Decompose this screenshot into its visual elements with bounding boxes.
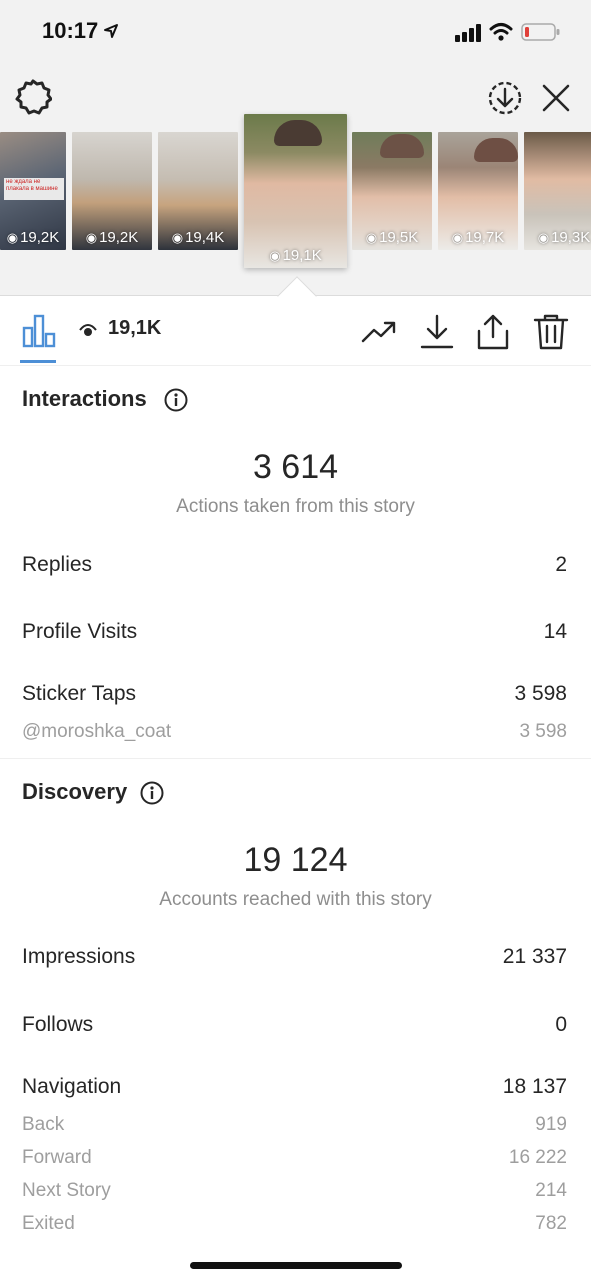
- eye-icon: ◉: [537, 230, 550, 245]
- sticker-taps-label: Sticker Taps: [22, 682, 136, 705]
- eye-icon: ◉: [365, 230, 378, 245]
- thumbnail-views: ◉ 19,5K: [365, 229, 419, 246]
- profile-visits-label: Profile Visits: [22, 620, 138, 643]
- trash-icon[interactable]: [532, 313, 570, 351]
- nav-next-story-label: Next Story: [22, 1180, 111, 1201]
- home-indicator[interactable]: [190, 1262, 402, 1269]
- thumbnail-views: ◉ 19,4K: [171, 229, 225, 246]
- follows-label: Follows: [22, 1013, 94, 1036]
- beanie-shape: [474, 138, 518, 162]
- info-icon[interactable]: [164, 388, 188, 412]
- navigation-value: 18 137: [502, 1075, 567, 1098]
- divider: [0, 758, 591, 759]
- story-thumbnail[interactable]: ◉ 19,5K: [352, 132, 432, 250]
- thumbnail-views: ◉ 19,1K: [269, 247, 322, 264]
- nav-back-value: 919: [535, 1114, 567, 1135]
- nav-forward-value: 16 222: [508, 1147, 567, 1168]
- share-icon[interactable]: [474, 313, 512, 351]
- eye-icon: ◉: [6, 230, 19, 245]
- divider: [0, 365, 591, 366]
- views-count: 19,1K: [108, 317, 162, 339]
- story-thumbnail[interactable]: не ждала не плакала в машине ◉ 19,2K: [0, 132, 66, 250]
- story-thumbnail[interactable]: ◉ 19,3K: [524, 132, 591, 250]
- trend-icon[interactable]: [360, 313, 398, 351]
- story-thumbnail[interactable]: ◉ 19,7K: [438, 132, 518, 250]
- thumbnail-views: ◉ 19,2K: [85, 229, 139, 246]
- discovery-total: 19 124: [243, 841, 348, 879]
- interactions-caption: Actions taken from this story: [176, 496, 415, 517]
- download-icon[interactable]: [418, 313, 456, 351]
- eye-icon: ◉: [85, 230, 98, 245]
- nav-next-story-value: 214: [535, 1180, 567, 1201]
- sticker-account-value: 3 598: [519, 721, 567, 742]
- insights-bars-icon[interactable]: [22, 314, 56, 348]
- thumbnail-views: ◉ 19,3K: [537, 229, 591, 246]
- sticker-account-label[interactable]: @moroshka_coat: [22, 721, 171, 743]
- eye-icon: ◉: [451, 230, 464, 245]
- discovery-caption: Accounts reached with this story: [159, 889, 432, 910]
- beanie-shape: [380, 134, 424, 158]
- nav-exited-value: 782: [535, 1213, 567, 1234]
- impressions-label: Impressions: [22, 945, 136, 968]
- interactions-total: 3 614: [252, 448, 339, 486]
- eye-icon: [79, 324, 97, 336]
- thumbnail-views: ◉ 19,2K: [6, 229, 60, 246]
- replies-value: 2: [555, 553, 567, 576]
- profile-visits-value: 14: [543, 620, 567, 643]
- story-thumbnail[interactable]: ◉ 19,2K: [72, 132, 152, 250]
- nav-back-label: Back: [22, 1114, 65, 1135]
- interactions-title: Interactions: [22, 386, 147, 411]
- eye-icon: ◉: [171, 230, 184, 245]
- eye-icon: ◉: [269, 248, 281, 263]
- replies-label: Replies: [22, 553, 93, 576]
- thumbnail-banner-text: не ждала не плакала в машине: [4, 178, 64, 200]
- sticker-taps-value: 3 598: [514, 682, 567, 705]
- nav-forward-label: Forward: [22, 1147, 92, 1168]
- nav-exited-label: Exited: [22, 1213, 75, 1234]
- navigation-label: Navigation: [22, 1075, 122, 1098]
- follows-value: 0: [555, 1013, 567, 1036]
- thumbnail-views: ◉ 19,7K: [451, 229, 505, 246]
- story-thumbnail-strip: не ждала не плакала в машине ◉ 19,2K ◉ 19,…: [0, 0, 591, 296]
- discovery-title: Discovery: [22, 779, 128, 804]
- active-tab-underline: [20, 360, 56, 363]
- story-thumbnail-selected[interactable]: ◉ 19,1K: [244, 114, 347, 268]
- impressions-value: 21 337: [502, 945, 567, 968]
- story-toolbar: 19,1K: [0, 297, 591, 365]
- info-icon[interactable]: [140, 781, 164, 805]
- story-thumbnail[interactable]: ◉ 19,4K: [158, 132, 238, 250]
- beanie-shape: [274, 120, 322, 146]
